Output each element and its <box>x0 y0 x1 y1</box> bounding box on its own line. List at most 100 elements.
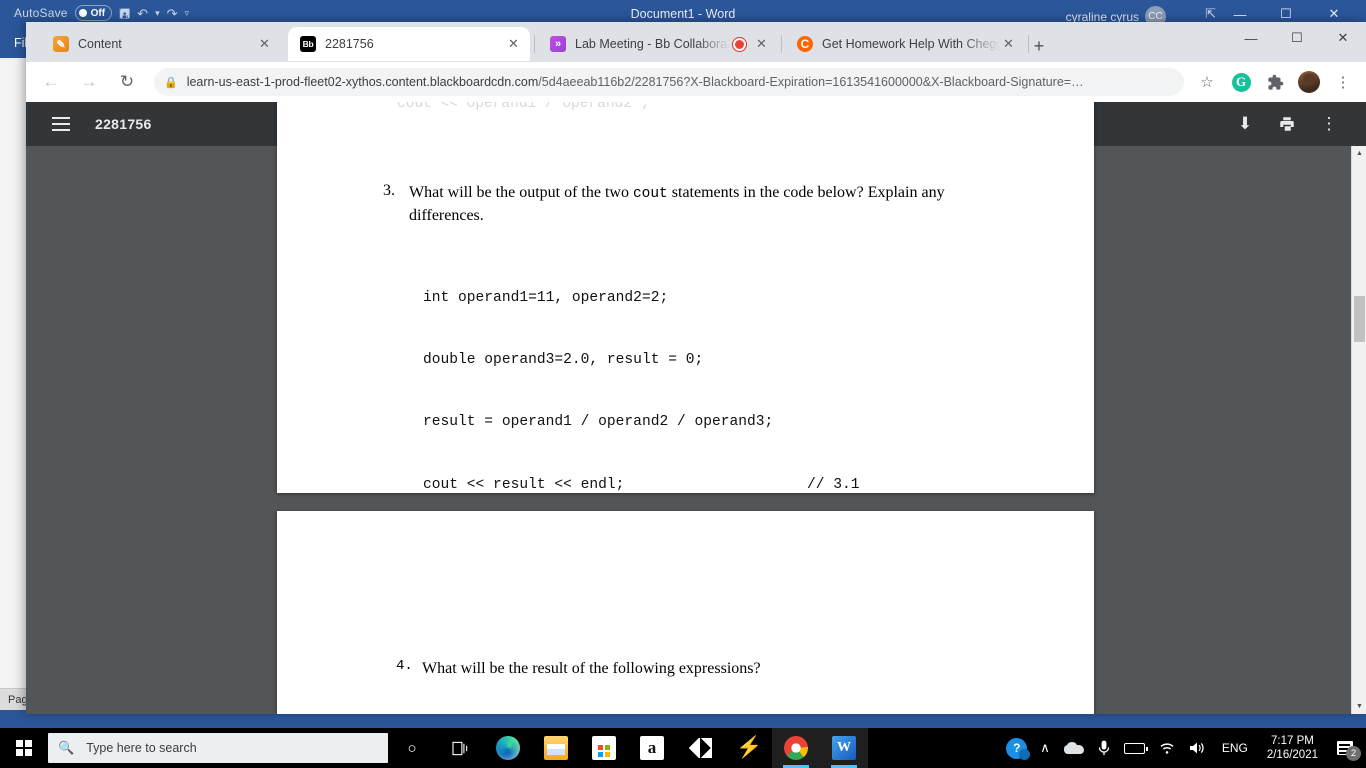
chrome-tab-strip: Content ✕ Bb 2281756 ✕ Lab Meeting - Bb … <box>26 22 1366 62</box>
pdf-scroll-area[interactable]: cout << operand1 / operand2 ; 3. What wi… <box>26 102 1366 714</box>
volume-icon[interactable] <box>1182 728 1213 768</box>
chrome-minimize-button[interactable]: — <box>1228 22 1274 54</box>
chrome-toolbar: ← → ↻ 🔒 learn-us-east-1-prod-fleet02-xyt… <box>26 62 1366 102</box>
pdf-vertical-scrollbar[interactable]: ▲ ▼ <box>1351 146 1366 714</box>
taskbar-app-dropbox[interactable] <box>676 728 724 768</box>
pdf-page: 4. What will be the result of the follow… <box>277 511 1094 714</box>
close-icon[interactable]: ✕ <box>753 36 770 52</box>
amazon-icon: a <box>640 736 664 760</box>
clock-time: 7:17 PM <box>1271 735 1314 747</box>
code-line: int operand1=11, operand2=2; <box>423 288 860 309</box>
tab-title: Get Homework Help With Chegg <box>822 37 1000 51</box>
clock-date: 2/16/2021 <box>1266 749 1318 761</box>
lock-icon[interactable]: 🔒 <box>164 76 178 89</box>
pdf-viewer: 2281756 2 / 7 − 100% + ↕ ↺ ⬇ <box>26 102 1366 714</box>
taskbar-app-file-explorer[interactable] <box>532 728 580 768</box>
code-line: cout << result << endl; // 3.1 <box>423 475 860 496</box>
address-bar-url: learn-us-east-1-prod-fleet02-xythos.cont… <box>187 75 1084 89</box>
chrome-menu-icon[interactable]: ⋮ <box>1329 68 1357 96</box>
search-placeholder: Type here to search <box>86 741 197 755</box>
scroll-up-arrow-icon[interactable]: ▲ <box>1352 146 1366 161</box>
question-text: What will be the output of the two cout … <box>409 182 993 228</box>
new-tab-button[interactable]: + <box>1026 33 1052 59</box>
chegg-icon: C <box>797 36 813 52</box>
grammarly-glyph: G <box>1231 72 1251 92</box>
taskbar-app-google-chrome[interactable] <box>772 728 820 768</box>
onedrive-cloud-glyph <box>1063 742 1084 754</box>
ribbon-display-options-icon[interactable]: ⇱ <box>1205 6 1216 22</box>
system-tray: ? ∧ ENG 7:17 PM 2/16/2021 2 <box>1002 728 1366 768</box>
task-view-icon <box>451 741 467 755</box>
forward-button[interactable]: → <box>74 67 104 97</box>
chrome-close-button[interactable]: ✕ <box>1320 22 1366 54</box>
close-icon[interactable]: ✕ <box>1000 36 1017 52</box>
code-text: double operand3=2.0, result = 0; <box>423 351 704 368</box>
url-host: learn-us-east-1-prod-fleet02-xythos.cont… <box>186 75 539 89</box>
grammarly-extension-icon[interactable]: G <box>1227 68 1255 96</box>
profile-avatar[interactable] <box>1295 68 1323 96</box>
code-line: result = operand1 / operand2 / operand3; <box>423 412 860 433</box>
task-view-button[interactable] <box>436 728 484 768</box>
avatar-image <box>1298 71 1320 93</box>
wifi-svg <box>1160 743 1174 754</box>
address-bar[interactable]: 🔒 learn-us-east-1-prod-fleet02-xythos.co… <box>154 68 1184 96</box>
inline-code-cout: cout <box>632 186 668 202</box>
close-icon[interactable]: ✕ <box>505 36 522 52</box>
taskbar-app-microsoft-edge[interactable] <box>484 728 532 768</box>
code-text: cout << result << endl; <box>423 476 625 493</box>
show-hidden-icons-chevron-icon[interactable]: ∧ <box>1033 728 1057 768</box>
bb-collaborate-icon <box>550 36 566 52</box>
search-icon: 🔍 <box>58 740 75 755</box>
notifications-button[interactable]: 2 <box>1328 728 1362 768</box>
tab-recording-indicator-icon[interactable] <box>733 37 746 51</box>
browser-tab-2281756[interactable]: Bb 2281756 ✕ <box>288 27 530 61</box>
taskbar-app-microsoft-word[interactable]: W <box>820 728 868 768</box>
microsoft-edge-icon <box>496 736 520 760</box>
file-explorer-icon <box>544 736 568 760</box>
pdf-page: cout << operand1 / operand2 ; 3. What wi… <box>277 102 1094 618</box>
tab-separator <box>781 35 782 53</box>
browser-tab-lab-meeting[interactable]: Lab Meeting - Bb Collaborate ✕ <box>538 27 778 61</box>
code-comment: // 3.1 <box>807 476 860 493</box>
wifi-icon[interactable] <box>1152 728 1182 768</box>
cortana-button[interactable]: ○ <box>388 728 436 768</box>
dropbox-icon <box>688 736 712 760</box>
taskbar-app-amazon[interactable]: a <box>628 728 676 768</box>
scroll-down-arrow-icon[interactable]: ▼ <box>1352 699 1366 714</box>
pencil-notepad-icon <box>53 36 69 52</box>
onedrive-icon[interactable] <box>1057 728 1091 768</box>
help-icon[interactable]: ? <box>1006 737 1031 760</box>
notification-count-badge: 2 <box>1346 746 1361 761</box>
clock[interactable]: 7:17 PM 2/16/2021 <box>1257 734 1328 762</box>
taskbar-app-microsoft-store[interactable] <box>580 728 628 768</box>
code-text: int operand1=11, operand2=2; <box>423 289 669 306</box>
chrome-maximize-button[interactable]: ☐ <box>1274 22 1320 54</box>
close-icon[interactable]: ✕ <box>256 36 273 52</box>
microphone-icon[interactable] <box>1091 728 1117 768</box>
microsoft-word-icon: W <box>832 736 856 760</box>
scrollbar-thumb[interactable] <box>1354 296 1365 342</box>
tab-title: 2281756 <box>325 37 374 51</box>
browser-tab-chegg[interactable]: C Get Homework Help With Chegg ✕ <box>785 27 1025 61</box>
microsoft-store-icon <box>592 736 616 760</box>
url-path: /5d4aeeab116b2/2281756?X-Blackboard-Expi… <box>538 75 1084 89</box>
back-button[interactable]: ← <box>36 67 66 97</box>
google-chrome-icon <box>784 736 808 760</box>
bookmark-star-icon[interactable]: ☆ <box>1193 68 1221 96</box>
search-input[interactable]: 🔍 Type here to search <box>48 733 388 763</box>
extensions-puzzle-icon[interactable] <box>1261 68 1289 96</box>
battery-icon[interactable] <box>1117 728 1152 768</box>
microphone-svg <box>1098 740 1110 755</box>
start-button[interactable] <box>0 728 48 768</box>
taskbar-app-bolt[interactable]: ⚡ <box>724 728 772 768</box>
tab-title: Lab Meeting - Bb Collaborate <box>575 37 730 51</box>
browser-tab-content[interactable]: Content ✕ <box>41 27 281 61</box>
battery-glyph <box>1123 742 1148 754</box>
tab-separator <box>534 35 535 53</box>
windows-taskbar: 🔍 Type here to search ○ a ⚡ W ? ∧ ENG 7:… <box>0 728 1366 768</box>
question-3: 3. What will be the output of the two co… <box>383 182 993 228</box>
question-number: 3. <box>383 182 395 199</box>
question-4: 4. What will be the result of the follow… <box>396 658 1016 681</box>
reload-button[interactable]: ↻ <box>112 67 142 97</box>
language-indicator[interactable]: ENG <box>1213 741 1257 755</box>
